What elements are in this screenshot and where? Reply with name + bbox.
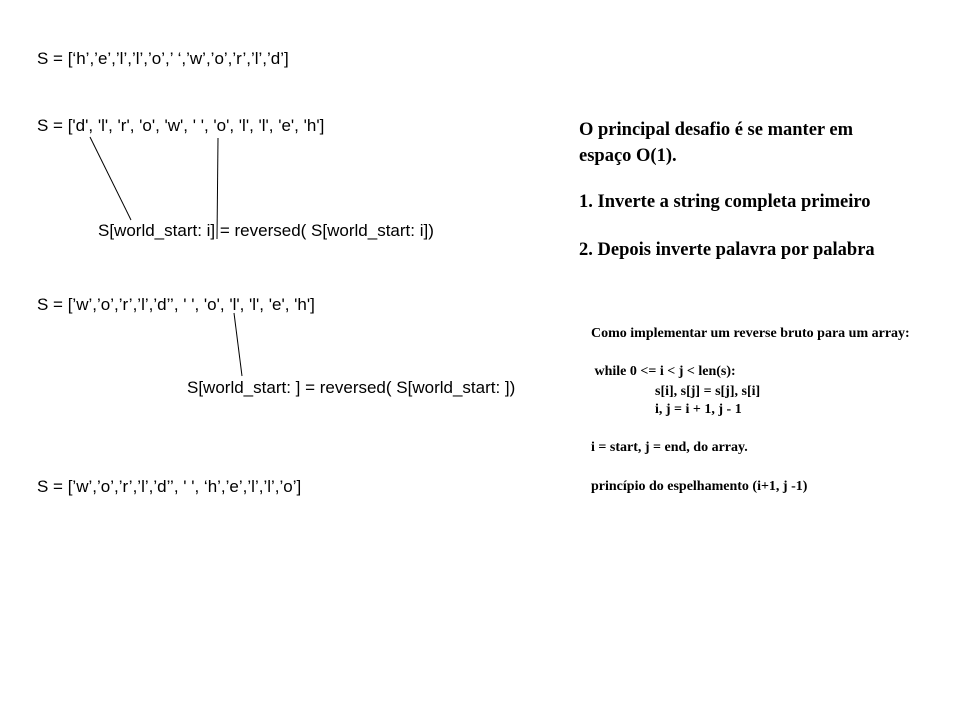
heading-line-2: espaço O(1). (579, 146, 677, 166)
formula-reverse-word: S[world_start: i] = reversed( S[world_st… (98, 221, 434, 240)
code-note-start-end: i = start, j = end, do array. (591, 440, 748, 455)
pointer-lines (89, 136, 243, 377)
step-2: 2. Depois inverte palavra por palabra (579, 240, 875, 260)
step-1: 1. Inverte a string completa primeiro (579, 192, 871, 212)
pointer-line-world-start (89, 136, 132, 221)
array-final: S = [’w’,’o’,’r’,’l’,’d’’, ' ', ‘h’,’e’,… (37, 477, 302, 496)
code-note-mirror: princípio do espelhamento (i+1, j -1) (591, 479, 808, 494)
code-title: Como implementar um reverse bruto para u… (591, 326, 910, 341)
array-reversed: S = ['d', 'l', 'r', 'o', 'w', ' ', 'o', … (37, 116, 325, 135)
code-swap-line: s[i], s[j] = s[j], s[i] (655, 384, 761, 399)
formula-reverse-last-word: S[world_start: ] = reversed( S[world_sta… (187, 378, 516, 397)
heading-line-1: O principal desafio é se manter em (579, 120, 854, 140)
code-while-line: while 0 <= i < j < len(s): (591, 364, 736, 379)
array-first-word-reversed: S = [’w’,’o’,’r’,’l’,’d’’, ' ', 'o', 'l'… (37, 295, 315, 314)
pointer-line-world-start-2 (233, 312, 243, 377)
array-original: S = [‘h’,’e’,’l’,’l’,’o’,’ ‘,’w’,’o’,’r’… (37, 49, 289, 68)
code-increment-line: i, j = i + 1, j - 1 (655, 402, 742, 417)
